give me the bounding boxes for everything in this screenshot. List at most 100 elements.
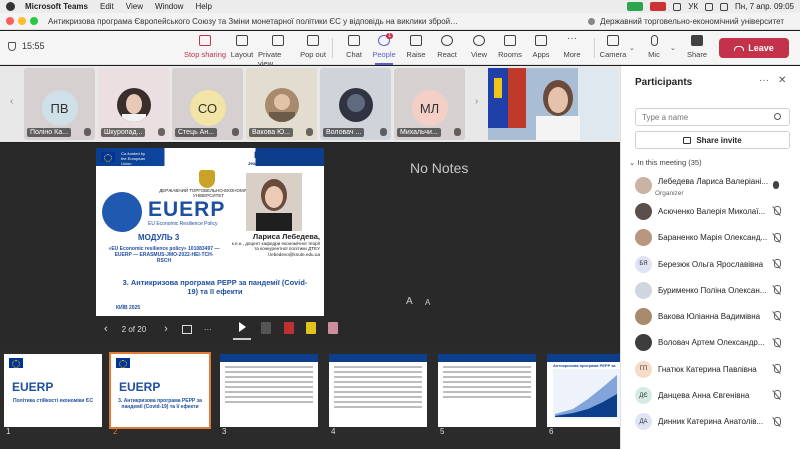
slide-thumbnail-selected[interactable]: EUERP 3. Антикризова програма РЕРР за па… xyxy=(109,352,211,429)
next-slide-button[interactable]: › xyxy=(164,323,168,335)
camera-button[interactable]: Camera xyxy=(593,35,633,59)
pen-red-icon[interactable] xyxy=(284,322,294,334)
participant-tile[interactable]: Шкуропад... xyxy=(98,68,169,140)
org-avatar-icon xyxy=(588,17,596,25)
decrease-font-button[interactable]: A xyxy=(425,298,430,307)
thumbnail-number: 6 xyxy=(549,427,554,436)
participant-row[interactable]: ГП Гнатюк Катерина Павлівна xyxy=(621,356,800,382)
zoom-window-icon[interactable] xyxy=(30,17,38,25)
in-meeting-count: In this meeting (35) xyxy=(637,158,702,167)
pen-black-icon[interactable] xyxy=(261,322,271,334)
share-invite-button[interactable]: Share invite xyxy=(635,131,790,149)
more-options-icon[interactable]: ··· xyxy=(204,325,212,334)
menu-help[interactable]: Help xyxy=(195,2,211,11)
leave-button[interactable]: Leave xyxy=(719,38,789,58)
pop-out-icon xyxy=(307,35,319,46)
avatar: ГП xyxy=(635,360,652,378)
participant-tile[interactable]: ПВ Поліно Ка... xyxy=(24,68,95,140)
share-button[interactable]: Share xyxy=(677,35,717,59)
participant-row[interactable]: Асюченко Валерія Миколаї... xyxy=(621,198,800,224)
control-center-icon[interactable] xyxy=(720,2,729,11)
participant-tile[interactable]: Воловач ... xyxy=(320,68,391,140)
participant-name: Вакова Юліанна Вадимівна xyxy=(658,312,761,322)
mic-options-chevron-icon[interactable]: ⌄ xyxy=(670,44,676,52)
profile-photo-icon xyxy=(346,94,365,112)
display-icon[interactable] xyxy=(673,2,682,11)
recording-status-icon[interactable] xyxy=(650,2,667,11)
thumbnail-number: 5 xyxy=(440,427,445,436)
participant-row[interactable]: БЯ Березюк Ольга Ярославівна xyxy=(621,251,800,277)
pop-out-button[interactable]: Pop out xyxy=(293,35,333,59)
grid-view-icon[interactable] xyxy=(181,324,192,334)
layout-button[interactable]: Layout xyxy=(222,35,262,59)
input-language[interactable]: УК xyxy=(688,2,698,11)
org-switcher[interactable]: Державний торговельно-економічний універ… xyxy=(588,17,784,26)
share-invite-label: Share invite xyxy=(696,135,742,145)
slide-thumbnail[interactable]: EUERP Політика стійкості економіки ЄС xyxy=(4,354,102,427)
mac-menu-bar: Microsoft Teams Edit View Window Help УК… xyxy=(0,0,800,13)
participant-tile[interactable]: МЛ Михальчи... xyxy=(394,68,465,140)
participant-row[interactable]: Бараненко Марія Олександ... xyxy=(621,225,800,251)
increase-font-button[interactable]: A xyxy=(406,296,413,307)
apps-icon xyxy=(535,35,547,46)
laser-pointer-icon[interactable] xyxy=(237,322,247,334)
current-slide[interactable]: Co-funded by the European Union ДЕРЖАВНИ… xyxy=(96,148,324,316)
rooms-icon xyxy=(504,35,516,46)
apple-icon[interactable] xyxy=(6,2,15,11)
layout-label: Layout xyxy=(230,50,254,59)
mic-button[interactable]: Mic xyxy=(634,35,674,59)
mic-muted-icon xyxy=(454,128,461,136)
participant-row[interactable]: Воловач Артем Олександр... xyxy=(621,330,800,356)
wifi-icon[interactable] xyxy=(705,2,714,11)
participant-row[interactable]: ДА Динник Катерина Анатолів... xyxy=(621,409,800,435)
eraser-icon[interactable] xyxy=(328,322,338,334)
thumb-text-lines xyxy=(225,366,313,406)
prev-slide-button[interactable]: ‹ xyxy=(104,323,108,335)
close-window-icon[interactable] xyxy=(6,17,14,25)
participant-name: Воловач Артем Олександр... xyxy=(658,338,765,348)
menu-window[interactable]: Window xyxy=(155,2,183,11)
more-button[interactable]: ··· More xyxy=(552,34,592,60)
minimize-window-icon[interactable] xyxy=(18,17,26,25)
chat-icon xyxy=(348,35,360,46)
presenter-video[interactable] xyxy=(488,68,618,140)
in-meeting-section-header[interactable]: ⌄ In this meeting (35) xyxy=(629,158,702,167)
participant-tile[interactable]: СО Стець Ан... xyxy=(172,68,243,140)
share-invite-icon xyxy=(683,136,692,144)
screen-share-status-icon[interactable] xyxy=(627,2,644,11)
participant-tile[interactable]: Вакова Ю... xyxy=(246,68,317,140)
mic-muted-icon xyxy=(772,364,781,374)
slide-thumbnail[interactable] xyxy=(329,354,427,427)
avatar xyxy=(635,229,652,247)
eu-flag-icon xyxy=(116,358,130,368)
highlighter-icon[interactable] xyxy=(306,322,316,334)
menu-app-name[interactable]: Microsoft Teams xyxy=(25,2,88,11)
participant-row[interactable]: Лебедева Лариса Валеріані... Organizer xyxy=(621,172,800,198)
menu-clock[interactable]: Пн, 7 апр. 09:05 xyxy=(735,2,794,11)
participant-search-input[interactable] xyxy=(635,108,790,126)
mic-muted-icon xyxy=(772,311,781,321)
meeting-timer: 15:55 xyxy=(8,41,45,51)
participant-name: Асюченко Валерія Миколаї... xyxy=(658,206,766,216)
menu-edit[interactable]: Edit xyxy=(100,2,114,11)
participant-row[interactable]: Бурименко Поліна Олексан... xyxy=(621,277,800,303)
private-view-button[interactable]: Private view xyxy=(258,35,298,68)
panel-more-icon[interactable]: ··· xyxy=(759,75,769,86)
participant-row[interactable]: ДЄ Данцева Анна Євгенівна xyxy=(621,382,800,408)
strip-next-chevron-icon[interactable]: › xyxy=(475,96,478,107)
thumb-caption: Політика стійкості економіки ЄС xyxy=(13,398,93,404)
thumb-header xyxy=(547,354,620,362)
slide-thumbnail[interactable] xyxy=(220,354,318,427)
cofunded-text: Co-funded by the European Union xyxy=(121,151,146,166)
slide-thumbnail[interactable] xyxy=(438,354,536,427)
participant-name: Гнатюк Катерина Павлівна xyxy=(658,364,757,374)
menu-view[interactable]: View xyxy=(126,2,143,11)
slide-thumbnail[interactable]: Антикризова програма РЕРР за пандемії xyxy=(547,354,620,427)
close-icon[interactable]: ✕ xyxy=(778,75,786,86)
strip-prev-chevron-icon[interactable]: ‹ xyxy=(10,96,13,107)
participant-row[interactable]: Вакова Юліанна Вадимівна xyxy=(621,303,800,329)
thumbnail-number: 3 xyxy=(222,427,227,436)
stop-sharing-button[interactable]: Stop sharing xyxy=(183,35,227,59)
author-block: Лариса Лебедева, к.е.н., доцент кафедри … xyxy=(228,233,320,257)
avatar: СО xyxy=(189,90,226,126)
